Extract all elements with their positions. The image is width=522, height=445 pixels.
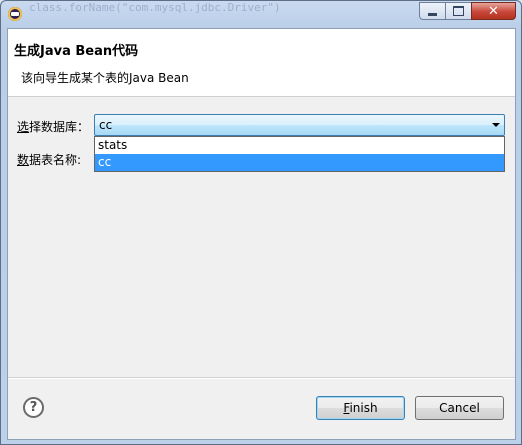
finish-label: inish (349, 401, 378, 415)
window-controls: ✕ (419, 2, 516, 21)
dropdown-option-cc[interactable]: cc (95, 154, 504, 171)
database-dropdown-list: stats cc (94, 136, 505, 172)
wizard-title: 生成Java Bean代码 (14, 44, 139, 59)
minimize-icon (428, 12, 437, 16)
dialog-body: 生成Java Bean代码 该向导生成某个表的Java Bean 选择数据库： … (7, 28, 516, 440)
database-label-text: 择数据库： (29, 120, 90, 134)
dialog-window: class.forName("com.mysql.jdbc.Driver") ✕… (0, 0, 522, 445)
table-name-label: 数据表名称: (17, 151, 81, 168)
table-name-label-mnemonic: 数 (17, 153, 30, 167)
dropdown-option-stats[interactable]: stats (95, 137, 504, 154)
background-code-text: class.forName("com.mysql.jdbc.Driver") (29, 1, 281, 14)
database-label-mnemonic: 选 (17, 120, 30, 134)
footer-separator (8, 377, 515, 379)
database-combo[interactable]: cc (94, 114, 505, 136)
database-label: 选择数据库： (17, 118, 89, 135)
title-bar[interactable]: class.forName("com.mysql.jdbc.Driver") ✕ (1, 1, 521, 28)
close-button[interactable]: ✕ (471, 2, 516, 20)
wizard-description: 该向导生成某个表的Java Bean (21, 71, 189, 85)
eclipse-icon (8, 7, 22, 21)
maximize-button[interactable] (445, 2, 472, 20)
finish-button[interactable]: Finish (316, 396, 405, 420)
database-combo-value: cc (99, 118, 113, 132)
table-name-label-text: 据表名称: (29, 153, 82, 167)
cancel-button[interactable]: Cancel (415, 396, 504, 420)
chevron-down-icon[interactable] (492, 123, 500, 127)
help-icon[interactable]: ? (23, 397, 44, 418)
maximize-icon (453, 6, 464, 16)
wizard-header: 生成Java Bean代码 该向导生成某个表的Java Bean (8, 29, 515, 97)
close-icon: ✕ (488, 3, 499, 19)
minimize-button[interactable] (419, 2, 446, 20)
